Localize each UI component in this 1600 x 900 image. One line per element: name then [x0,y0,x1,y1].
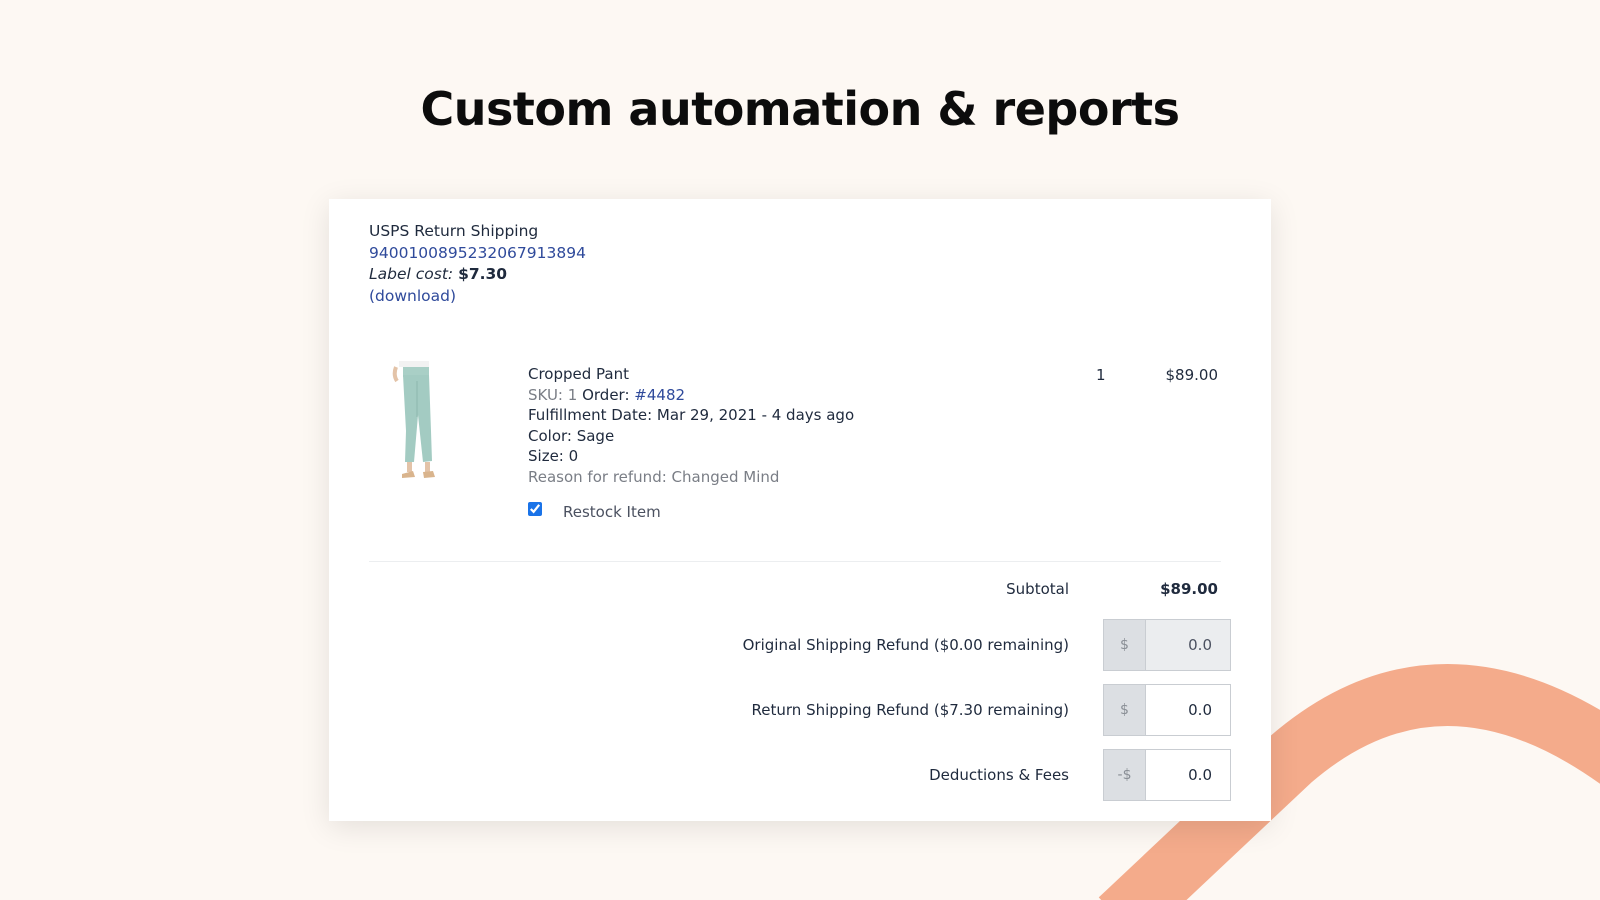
download-label-link[interactable]: (download) [369,287,456,305]
refund-reason: Reason for refund: Changed Mind [528,467,780,486]
original-shipping-refund-row: Original Shipping Refund ($0.00 remainin… [329,619,1271,671]
fulfillment-date: Fulfillment Date: Mar 29, 2021 - 4 days … [528,406,855,424]
deductions-fees-label: Deductions & Fees [929,766,1069,784]
divider [369,561,1221,562]
subtotal-label: Subtotal [1006,580,1069,598]
negative-currency-prefix: -$ [1104,750,1146,800]
restock-item-toggle[interactable]: Restock Item [528,502,661,521]
subtotal-row: Subtotal $89.00 [329,569,1271,609]
subtotal-value: $89.00 [1160,580,1218,598]
return-shipping-refund-label: Return Shipping Refund ($7.30 remaining) [751,701,1069,719]
item-name: Cropped Pant [528,365,630,383]
label-cost-value: $7.30 [458,265,508,283]
return-shipping-refund-input[interactable] [1146,685,1230,735]
return-shipping-refund-row: Return Shipping Refund ($7.30 remaining)… [329,684,1271,736]
label-cost: Label cost: $7.30 [369,264,586,286]
original-shipping-refund-label: Original Shipping Refund ($0.00 remainin… [742,636,1069,654]
restock-checkbox[interactable] [528,502,542,516]
order-label: Order: [582,385,630,404]
tracking-number-link[interactable]: 9400100895232067913894 [369,244,586,262]
restock-label: Restock Item [563,503,661,521]
label-cost-label: Label cost: [369,265,454,283]
shipping-info: USPS Return Shipping 9400100895232067913… [369,221,586,307]
item-price: $89.00 [1165,366,1219,384]
deductions-fees-input[interactable] [1146,750,1230,800]
currency-prefix: $ [1104,685,1146,735]
currency-prefix: $ [1104,620,1146,670]
original-shipping-refund-field: $ [1103,619,1231,671]
item-size: Size: 0 [528,447,579,465]
deductions-fees-field[interactable]: -$ [1103,749,1231,801]
shipping-title: USPS Return Shipping [369,222,539,240]
item-sku: SKU: 1 [528,385,578,404]
deductions-fees-row: Deductions & Fees -$ [329,749,1271,801]
return-shipping-refund-field[interactable]: $ [1103,684,1231,736]
page-headline: Custom automation & reports [420,82,1181,136]
order-number-link[interactable]: #4482 [634,386,685,404]
refund-card: USPS Return Shipping 9400100895232067913… [329,199,1271,821]
item-details: Cropped Pant SKU: 1 Order: #4482 Fulfill… [528,364,854,487]
cropped-pant-product-image [392,361,435,478]
item-quantity: 1 [1096,366,1106,384]
item-color: Color: Sage [528,426,615,445]
original-shipping-refund-input [1146,620,1230,670]
